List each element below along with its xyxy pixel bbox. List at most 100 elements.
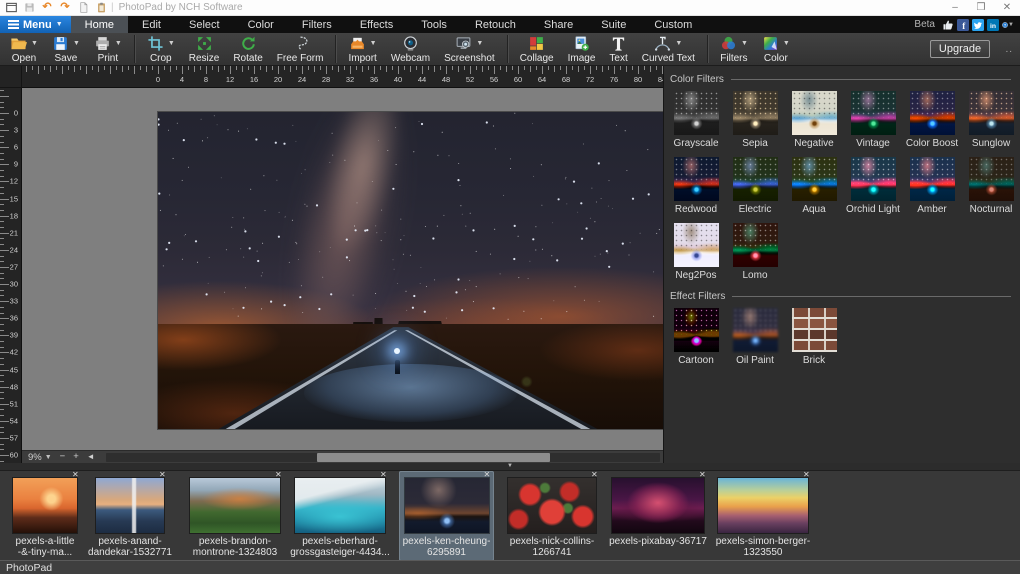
filmstrip-item[interactable]: ✕ pexels-nick-collins- 1266741 [500, 471, 604, 561]
tab-filters[interactable]: Filters [288, 16, 346, 33]
resize-button[interactable]: Resize [182, 33, 227, 65]
filter-aqua[interactable]: Aqua [788, 157, 840, 215]
app-icon[interactable] [4, 1, 18, 14]
import-button[interactable]: ▼ Import [341, 33, 383, 65]
ruler-tick [146, 66, 147, 72]
filmstrip-item[interactable]: ✕ pexels-simon-berger- 1323550 [712, 471, 814, 561]
open-button[interactable]: ▼ Open [3, 33, 45, 65]
close-icon[interactable]: ✕ [803, 471, 810, 479]
tab-color[interactable]: Color [234, 16, 288, 33]
close-button[interactable]: ✕ [994, 0, 1020, 16]
filter-color-boost[interactable]: Color Boost [906, 91, 958, 149]
thumbs-up-icon[interactable] [942, 19, 954, 31]
restore-button[interactable]: ❒ [968, 0, 994, 16]
photo-thumbnail[interactable] [13, 478, 77, 533]
text-button[interactable]: Text [602, 33, 634, 65]
zoom-dropdown-icon[interactable]: ▼ [45, 454, 52, 461]
toolbar-overflow-button[interactable]: .. [1005, 44, 1013, 55]
close-icon[interactable]: ✕ [159, 471, 166, 479]
scroll-left-button[interactable]: ◄ [87, 451, 95, 463]
filter-nocturnal[interactable]: Nocturnal [965, 157, 1017, 215]
filter-neg2pos[interactable]: Neg2Pos [670, 223, 722, 281]
filmstrip-item[interactable]: ✕ pexels-eberhard- grossgasteiger-4434... [286, 471, 394, 561]
crop-button[interactable]: ▼ Crop [140, 33, 182, 65]
photo-thumbnail[interactable] [404, 478, 489, 533]
horizontal-scrollbar[interactable] [106, 453, 660, 462]
print-button[interactable]: ▼ Print [87, 33, 129, 65]
tab-custom[interactable]: Custom [640, 16, 706, 33]
save-icon[interactable] [22, 1, 36, 14]
filmstrip-item[interactable]: ✕ pexels-ken-cheung- 6295891 [399, 471, 494, 561]
canvas-area[interactable]: 9% ▼ − + ◄ [22, 88, 663, 463]
filter-electric[interactable]: Electric [729, 157, 781, 215]
close-icon[interactable]: ✕ [72, 471, 79, 479]
close-icon[interactable]: ✕ [699, 471, 706, 479]
minimize-button[interactable]: – [942, 0, 968, 16]
filter-vintage[interactable]: Vintage [847, 91, 899, 149]
tab-suite[interactable]: Suite [587, 16, 640, 33]
filter-grayscale[interactable]: Grayscale [670, 91, 722, 149]
tab-home[interactable]: Home [70, 16, 129, 33]
scrollbar-thumb[interactable] [317, 453, 550, 462]
zoom-level[interactable]: 9% [28, 452, 42, 463]
collapse-strip-icon[interactable]: ▼ [507, 463, 513, 470]
photo-canvas[interactable] [158, 112, 663, 429]
tab-select[interactable]: Select [175, 16, 234, 33]
ruler-tick [0, 113, 9, 114]
tab-effects[interactable]: Effects [346, 16, 407, 33]
tab-retouch[interactable]: Retouch [461, 16, 530, 33]
image-button[interactable]: Image [561, 33, 603, 65]
filter-label: Sepia [742, 138, 768, 149]
filter-sunglow[interactable]: Sunglow [965, 91, 1017, 149]
filmstrip-item[interactable]: ✕ pexels-pixabay-36717 [606, 471, 710, 561]
filter-orchid-light[interactable]: Orchid Light [846, 157, 900, 215]
strip-splitter[interactable]: ▼ [0, 463, 1020, 470]
linkedin-icon[interactable]: in [987, 18, 999, 31]
photo-thumbnail[interactable] [612, 478, 704, 533]
curved-text-button[interactable]: ▼ Curved Text [635, 33, 702, 65]
paste-icon[interactable] [94, 1, 108, 14]
collage-button[interactable]: Collage [513, 33, 561, 65]
photo-thumbnail[interactable] [96, 478, 164, 533]
filter-oil-paint[interactable]: Oil Paint [729, 308, 781, 366]
photo-thumbnail[interactable] [295, 478, 385, 533]
screenshot-button[interactable]: ▼ Screenshot [437, 33, 502, 65]
new-page-icon[interactable] [76, 1, 90, 14]
twitter-icon[interactable] [972, 18, 984, 31]
tab-share[interactable]: Share [530, 16, 587, 33]
tab-tools[interactable]: Tools [407, 16, 461, 33]
filters-button[interactable]: ▼ Filters [713, 33, 755, 65]
ruler-tick [356, 66, 357, 70]
tab-edit[interactable]: Edit [128, 16, 175, 33]
upgrade-button[interactable]: Upgrade [930, 40, 990, 58]
zoom-out-button[interactable]: − [60, 451, 66, 463]
close-icon[interactable]: ✕ [591, 471, 598, 479]
undo-icon[interactable]: ↶ [40, 1, 54, 14]
filmstrip-item[interactable]: ✕ pexels-anand- dandekar-1532771 [86, 471, 174, 561]
close-icon[interactable]: ✕ [380, 471, 387, 479]
zoom-in-button[interactable]: + [73, 451, 79, 463]
filter-sepia[interactable]: Sepia [729, 91, 781, 149]
filter-redwood[interactable]: Redwood [670, 157, 722, 215]
webcam-button[interactable]: Webcam [384, 33, 437, 65]
filter-brick[interactable]: Brick [788, 308, 840, 366]
menu-button[interactable]: Menu ▼ [0, 16, 71, 33]
photo-thumbnail[interactable] [190, 478, 280, 533]
help-icon[interactable]: ? ▼ [1002, 19, 1014, 31]
close-icon[interactable]: ✕ [484, 471, 491, 479]
photo-thumbnail[interactable] [718, 478, 808, 533]
filter-lomo[interactable]: Lomo [729, 223, 781, 281]
color-button[interactable]: ▼ Color [755, 33, 797, 65]
filter-cartoon[interactable]: Cartoon [670, 308, 722, 366]
filter-negative[interactable]: Negative [788, 91, 840, 149]
rotate-button[interactable]: Rotate [226, 33, 269, 65]
free-form-button[interactable]: Free Form [270, 33, 331, 65]
save-button[interactable]: ▼ Save [45, 33, 87, 65]
close-icon[interactable]: ✕ [275, 471, 282, 479]
filter-amber[interactable]: Amber [906, 157, 958, 215]
facebook-icon[interactable]: f [957, 18, 969, 31]
photo-thumbnail[interactable] [508, 478, 596, 533]
filmstrip-item[interactable]: ✕ pexels-a-little -&-tiny-ma... [5, 471, 85, 561]
redo-icon[interactable]: ↷ [58, 1, 72, 14]
filmstrip-item[interactable]: ✕ pexels-brandon- montrone-1324803 [182, 471, 288, 561]
